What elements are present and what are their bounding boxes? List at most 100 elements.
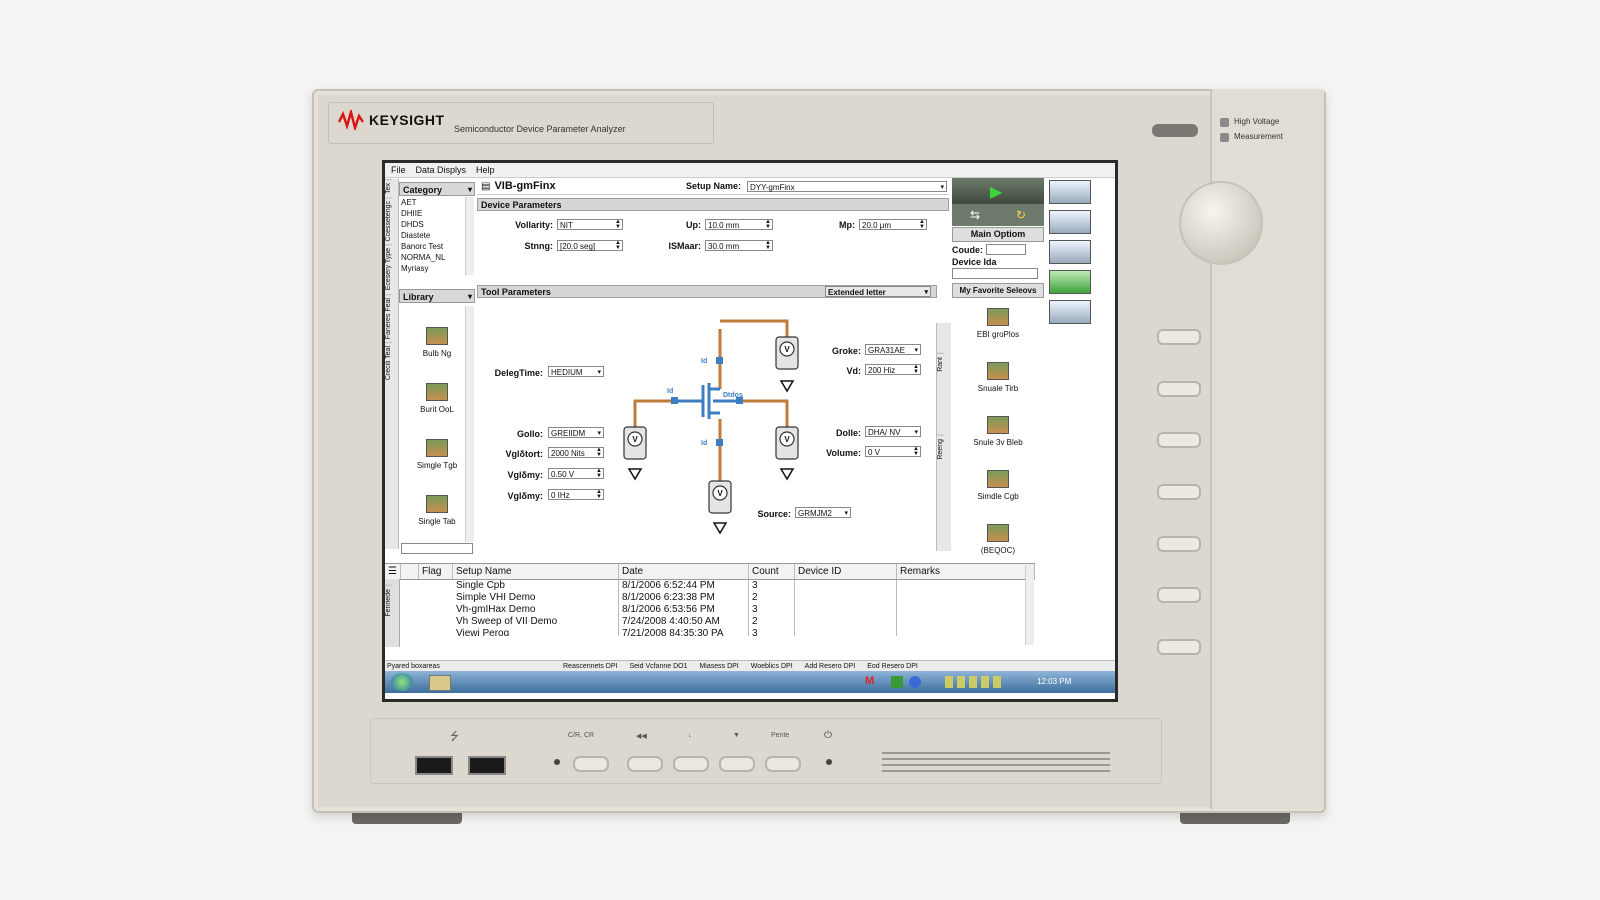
device-ida-input[interactable] xyxy=(952,268,1038,279)
code-input[interactable] xyxy=(986,244,1026,255)
table-row[interactable]: Viewi Perog 7/21/2008 84:35:30 PA 3 xyxy=(385,628,1035,636)
category-dropdown[interactable]: Category ▾ xyxy=(399,182,475,196)
softkey-4[interactable] xyxy=(1157,484,1201,500)
library-scrollbar[interactable] xyxy=(465,306,474,542)
spinner-icon[interactable]: ▲ ▼ xyxy=(919,219,925,230)
column-header[interactable]: Device ID xyxy=(795,564,897,579)
library-item[interactable]: Burit OoL xyxy=(399,383,475,435)
usb-port-2[interactable] xyxy=(468,756,506,775)
tree-item[interactable]: AET xyxy=(401,197,465,208)
tree-item[interactable]: Banorc Test xyxy=(401,241,465,252)
spinner-icon[interactable]: ▲ ▼ xyxy=(615,219,621,230)
favorite-item[interactable]: EBI groPlos xyxy=(952,308,1044,358)
panel-button-5[interactable] xyxy=(765,756,801,772)
repeat-icon[interactable]: ↻ xyxy=(1016,208,1026,222)
usb-port-1[interactable] xyxy=(415,756,453,775)
tray-icon[interactable] xyxy=(909,676,921,688)
power-switch[interactable] xyxy=(1152,124,1198,137)
menu-file[interactable]: File xyxy=(391,165,406,175)
graph-view-icon[interactable] xyxy=(1049,210,1091,234)
tree-item[interactable]: NORMA_NL xyxy=(401,252,465,263)
mail-icon[interactable]: M xyxy=(865,675,874,687)
column-header[interactable]: Flag xyxy=(419,564,453,579)
spinner-icon[interactable]: ▲ ▼ xyxy=(596,447,602,458)
tree-item[interactable]: Diastete xyxy=(401,230,465,241)
main-option-button[interactable]: Main Optiom xyxy=(952,227,1044,242)
delegtime-select[interactable]: HEDIUM ▾ xyxy=(548,366,604,377)
start-button[interactable] xyxy=(391,673,413,691)
vtab-1[interactable]: Tex xyxy=(385,179,392,197)
vglstort-input[interactable]: 2000 Nits ▲ ▼ xyxy=(548,447,604,458)
vtab-5[interactable]: Crecili Teal xyxy=(385,341,392,384)
table-row[interactable]: Vh-gmIHax Demo 8/1/2006 6:53:56 PM 3 xyxy=(385,604,1035,616)
vglmy-input[interactable]: 0.50 V ▲ ▼ xyxy=(548,468,604,479)
favorite-item[interactable]: Simdle Cgb xyxy=(952,470,1044,520)
volume-input[interactable]: 0 V ▲ ▼ xyxy=(865,446,921,457)
column-header[interactable]: Remarks xyxy=(897,564,1035,579)
status-button[interactable]: Seid Vcfanne DO1 xyxy=(629,663,687,670)
status-button[interactable]: Miasess DPI xyxy=(699,663,738,670)
favorite-item[interactable]: Snuale Tirb xyxy=(952,362,1044,412)
panel-button-4[interactable] xyxy=(719,756,755,772)
column-header[interactable]: Count xyxy=(749,564,795,579)
tree-item[interactable]: DHIIE xyxy=(401,208,465,219)
vtab-3[interactable]: Ecesery Type xyxy=(385,244,392,294)
up-input[interactable]: 10.0 mm ▲ ▼ xyxy=(705,219,773,230)
tab-fenriede[interactable]: Fenriede xyxy=(385,585,392,620)
run-button[interactable]: ▶ xyxy=(952,178,1044,204)
mp-input[interactable]: 20.0 μm ▲ ▼ xyxy=(859,219,927,230)
rotary-knob[interactable] xyxy=(1179,181,1263,265)
swap-icon[interactable]: ⇆ xyxy=(970,208,980,222)
softkey-5[interactable] xyxy=(1157,536,1201,552)
stnng-input[interactable]: [20.0 seg] ▲ ▼ xyxy=(557,240,623,251)
spinner-icon[interactable]: ▲ ▼ xyxy=(596,489,602,500)
favorite-item[interactable]: Snule 3v Bleb xyxy=(952,416,1044,466)
favorite-item[interactable]: (BEQOC) xyxy=(952,524,1044,564)
tree-scrollbar[interactable] xyxy=(465,197,474,275)
library-item[interactable]: Single Tab xyxy=(399,495,475,547)
groke-select[interactable]: GRA31AE ▾ xyxy=(865,344,921,355)
softkey-1[interactable] xyxy=(1157,329,1201,345)
data-export-icon[interactable] xyxy=(1049,270,1091,294)
library-item[interactable]: Bulb Ng xyxy=(399,327,475,379)
settings-icon[interactable] xyxy=(1049,300,1091,324)
menu-data-displays[interactable]: Data Displys xyxy=(416,165,467,175)
spinner-icon[interactable]: ▲ ▼ xyxy=(913,364,919,375)
list-view-icon[interactable] xyxy=(1049,240,1091,264)
panel-button-1[interactable] xyxy=(573,756,609,772)
vollarity-input[interactable]: NIT ▲ ▼ xyxy=(557,219,623,230)
softkey-3[interactable] xyxy=(1157,432,1201,448)
softkey-6[interactable] xyxy=(1157,587,1201,603)
softkey-2[interactable] xyxy=(1157,381,1201,397)
softkey-7[interactable] xyxy=(1157,639,1201,655)
table-scrollbar[interactable] xyxy=(1025,565,1034,645)
table-row[interactable]: Simple VHI Demo 8/1/2006 6:23:38 PM 2 xyxy=(385,592,1035,604)
spinner-icon[interactable]: ▲ ▼ xyxy=(765,240,771,251)
favorites-header[interactable]: My Favorite Seleovs xyxy=(952,283,1044,298)
vtab-4[interactable]: Faneres Feal xyxy=(385,293,392,342)
library-item[interactable]: Simgle Tgb xyxy=(399,439,475,491)
library-search-input[interactable] xyxy=(401,543,473,554)
table-row[interactable]: Vh Sweep of VII Demo 7/24/2008 4:40:50 AM… xyxy=(385,616,1035,628)
column-header[interactable]: Setup Name xyxy=(453,564,619,579)
spinner-icon[interactable]: ▲ ▼ xyxy=(765,219,771,230)
mode-dropdown[interactable]: Extended letter ▾ xyxy=(825,286,931,297)
panel-button-3[interactable] xyxy=(673,756,709,772)
menu-help[interactable]: Help xyxy=(476,165,495,175)
setup-name-input[interactable]: DYY-gmFinx ▾ xyxy=(747,180,947,192)
tab-reeng[interactable]: Reeng xyxy=(937,434,944,463)
vtab-2[interactable]: Ccesseterigc xyxy=(385,196,392,245)
tray-icons[interactable] xyxy=(945,676,1005,688)
vglmy-freq-input[interactable]: 0 IHz ▲ ▼ xyxy=(548,489,604,500)
panel-button-2[interactable] xyxy=(627,756,663,772)
vd-input[interactable]: 200 Hiz ▲ ▼ xyxy=(865,364,921,375)
library-dropdown[interactable]: Library ▾ xyxy=(399,289,475,303)
dolle-select[interactable]: DHA/ NV ▾ xyxy=(865,426,921,437)
spinner-icon[interactable]: ▲ ▼ xyxy=(615,240,621,251)
status-button[interactable]: Eod Resero DPI xyxy=(867,663,918,670)
tray-icon[interactable] xyxy=(891,676,903,688)
table-row[interactable]: Single Cpb 8/1/2006 6:52:44 PM 3 xyxy=(385,580,1035,592)
status-button[interactable]: Woeblics DPI xyxy=(751,663,793,670)
column-header[interactable]: Date xyxy=(619,564,749,579)
display-layout-icon[interactable] xyxy=(1049,180,1091,204)
